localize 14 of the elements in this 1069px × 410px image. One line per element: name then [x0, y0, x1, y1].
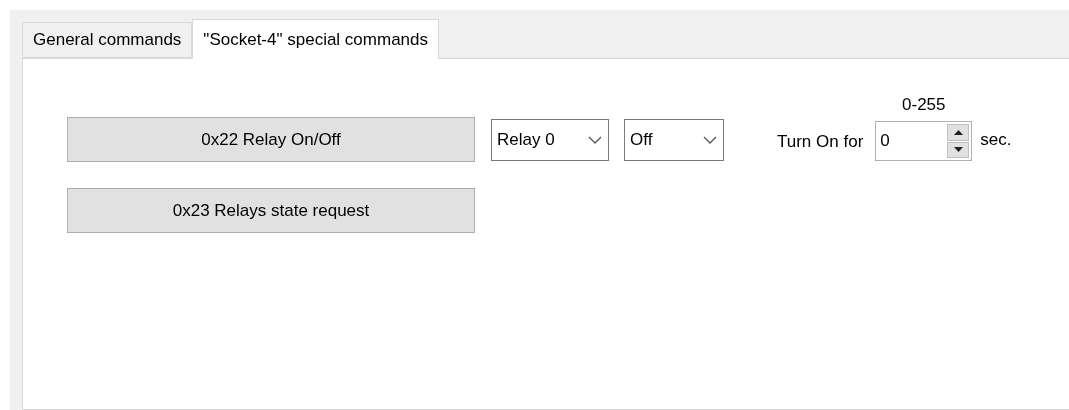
relay-on-off-button[interactable]: 0x22 Relay On/Off — [67, 117, 475, 162]
range-hint: 0-255 — [902, 95, 946, 115]
state-dropdown[interactable]: Off — [624, 119, 724, 161]
state-request-button[interactable]: 0x23 Relays state request — [67, 188, 475, 233]
unit-label: sec. — [980, 130, 1012, 150]
down-arrow-icon[interactable] — [953, 147, 963, 153]
chevron-down-icon — [703, 136, 717, 144]
turn-on-label: Turn On for — [777, 132, 864, 152]
duration-spinner[interactable]: 0 — [875, 121, 973, 161]
relay-dropdown[interactable]: Relay 0 — [491, 119, 609, 161]
up-arrow-icon[interactable] — [953, 129, 963, 135]
tab[interactable]: "Socket-4" special commands — [192, 19, 439, 59]
tab[interactable]: General commands — [22, 22, 193, 58]
chevron-down-icon — [588, 136, 602, 144]
